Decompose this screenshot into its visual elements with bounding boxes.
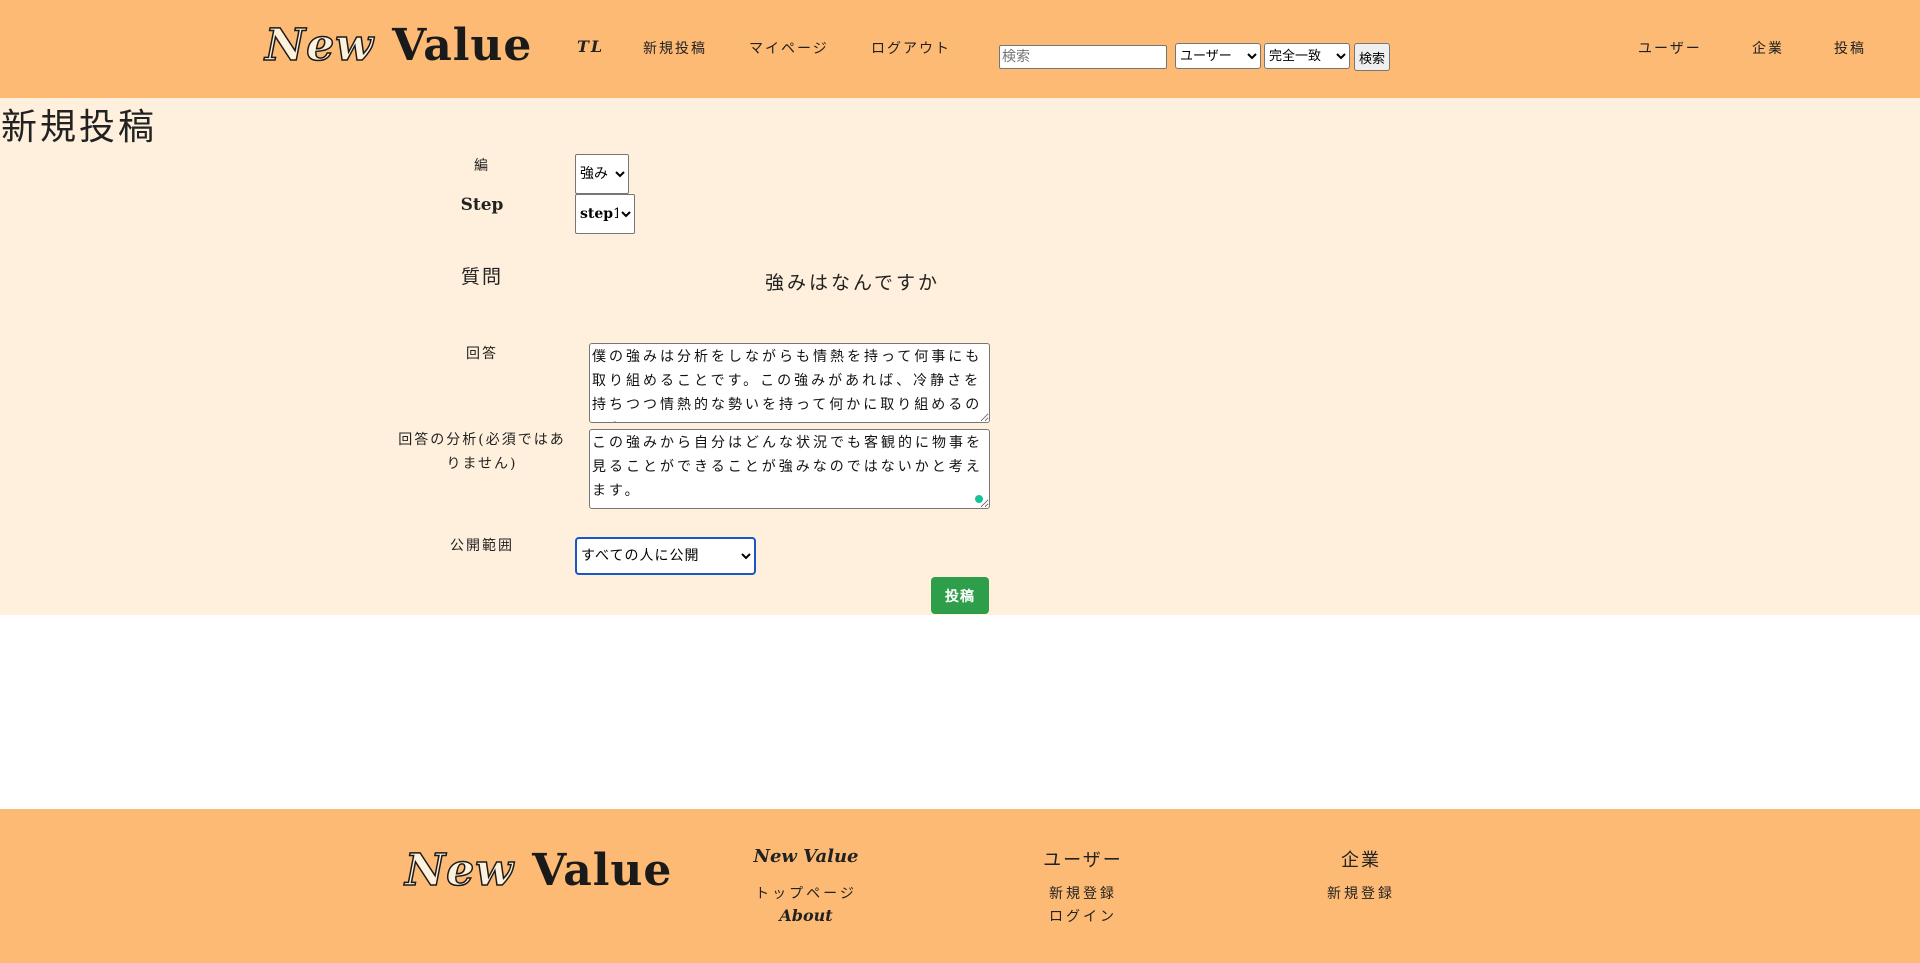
footer-brand-heading: New Value	[753, 846, 859, 867]
step-label: Step	[460, 195, 504, 215]
footer-about-link[interactable]: About	[736, 906, 876, 925]
logo-word-value: Value	[392, 20, 533, 71]
page-title: 新規投稿	[1, 107, 158, 148]
footer-users-heading: ユーザー	[1043, 850, 1123, 871]
search-type-select[interactable]: ユーザー	[1175, 43, 1261, 69]
nav-new-post-link[interactable]: 新規投稿	[643, 38, 707, 58]
submit-post-button[interactable]: 投稿	[931, 577, 989, 614]
question-label: 質問	[460, 266, 503, 288]
hen-select[interactable]: 強み	[575, 154, 629, 194]
footer-logo-word-value: Value	[532, 845, 673, 896]
analysis-textarea[interactable]: この強みから自分はどんな状況でも客観的に物事を見ることができることが強みなのでは…	[589, 429, 990, 509]
scope-label: 公開範囲	[450, 538, 514, 554]
step-select[interactable]: step1	[575, 194, 635, 234]
visibility-select[interactable]: すべての人に公開	[575, 537, 756, 575]
logo-word-new: New	[264, 19, 375, 72]
footer-logo-word-new: New	[404, 844, 515, 897]
nav-companies-link[interactable]: 企業	[1752, 38, 1784, 58]
answer-label: 回答	[466, 346, 498, 362]
nav-mypage-link[interactable]: マイページ	[749, 38, 829, 58]
analysis-label: 回答の分析(必須ではありません)	[398, 432, 566, 472]
question-text: 強みはなんですか	[765, 272, 941, 294]
hen-label: 編	[474, 158, 490, 174]
footer-user-register-link[interactable]: 新規登録	[1013, 883, 1153, 903]
search-match-select[interactable]: 完全一致	[1264, 43, 1350, 69]
grammar-checker-icon[interactable]	[975, 495, 983, 503]
site-footer: New Value New Value トップページ About ユーザー 新規登…	[0, 809, 1920, 963]
footer-logo[interactable]: New Value	[404, 844, 673, 897]
site-header: New Value TL 新規投稿 マイページ ログアウト ユーザー 完全一致 検…	[0, 0, 1920, 98]
nav-users-link[interactable]: ユーザー	[1638, 38, 1702, 58]
header-logo[interactable]: New Value	[264, 19, 533, 72]
answer-textarea[interactable]: 僕の強みは分析をしながらも情熱を持って何事にも取り組めることです。この強みがあれ…	[589, 343, 990, 423]
search-button[interactable]: 検索	[1354, 43, 1390, 71]
nav-logout-link[interactable]: ログアウト	[871, 38, 951, 58]
nav-posts-link[interactable]: 投稿	[1834, 38, 1866, 58]
search-input[interactable]	[999, 45, 1167, 69]
footer-companies-heading: 企業	[1341, 850, 1381, 871]
main-content: 新規投稿 編 強み Step step1 質問 強みはなんですか 回答 僕の強み…	[0, 98, 1920, 615]
footer-login-link[interactable]: ログイン	[1013, 906, 1153, 926]
nav-tl-link[interactable]: TL	[577, 37, 604, 56]
footer-top-page-link[interactable]: トップページ	[736, 883, 876, 903]
footer-company-register-link[interactable]: 新規登録	[1291, 883, 1431, 903]
